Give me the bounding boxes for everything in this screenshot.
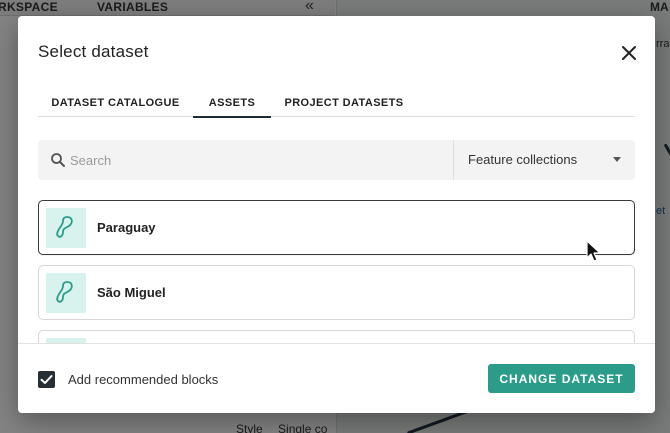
feature-collection-icon — [46, 273, 86, 313]
dialog-footer: Add recommended blocks CHANGE DATASET — [18, 343, 655, 413]
tab-assets[interactable]: ASSETS — [193, 88, 271, 118]
list-item-paraguay[interactable]: Paraguay — [38, 200, 635, 255]
list-item-sao-miguel[interactable]: São Miguel — [38, 265, 635, 320]
checkmark-icon — [40, 375, 53, 384]
close-button[interactable] — [618, 42, 640, 64]
chevron-down-icon — [613, 157, 621, 162]
dialog-title: Select dataset — [38, 42, 149, 61]
asset-list: Paraguay São Miguel — [38, 200, 635, 344]
list-item-label: Paraguay — [97, 220, 156, 235]
search-icon — [51, 153, 65, 167]
list-item-label: São Miguel — [97, 285, 166, 300]
recommended-blocks-label: Add recommended blocks — [68, 372, 219, 387]
search-input[interactable] — [70, 140, 450, 180]
recommended-blocks-checkbox[interactable] — [38, 371, 55, 388]
mouse-cursor-icon — [586, 240, 601, 262]
search-bar: Feature collections — [38, 140, 635, 180]
tab-project-datasets[interactable]: PROJECT DATASETS — [276, 88, 412, 117]
collection-type-select[interactable]: Feature collections — [454, 140, 635, 180]
close-icon — [622, 46, 636, 60]
tab-dataset-catalogue[interactable]: DATASET CATALOGUE — [38, 88, 193, 117]
list-item[interactable] — [38, 330, 635, 344]
feature-collection-icon — [46, 208, 86, 248]
dataset-tabs: DATASET CATALOGUE ASSETS PROJECT DATASET… — [38, 88, 635, 118]
select-dataset-dialog: Select dataset DATASET CATALOGUE ASSETS … — [18, 16, 655, 413]
select-value: Feature collections — [468, 152, 578, 167]
change-dataset-button[interactable]: CHANGE DATASET — [488, 364, 635, 393]
